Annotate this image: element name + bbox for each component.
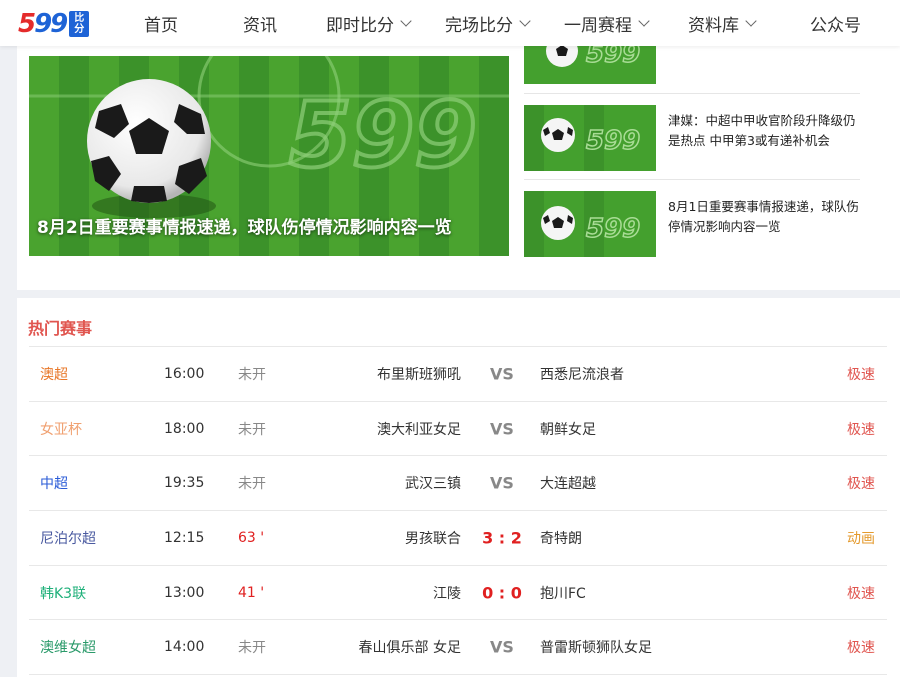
site-logo[interactable]: 599 比分	[18, 8, 108, 40]
home-team[interactable]: 江陵	[433, 583, 461, 603]
match-time: 16:00	[164, 365, 205, 382]
animation-link[interactable]: 动画	[847, 528, 875, 548]
fast-link[interactable]: 极速	[847, 364, 875, 384]
league-name[interactable]: 中超	[40, 473, 68, 493]
fast-link[interactable]: 极速	[847, 473, 875, 493]
league-name[interactable]: 尼泊尔超	[40, 528, 96, 548]
news-thumbnail: 599	[524, 191, 656, 257]
match-status: 未开	[238, 640, 266, 657]
match-list: 澳超 16:00 未开 布里斯班狮吼 VS 西悉尼流浪者 极速 女亚杯 18:00 未开 澳大利亚女…	[29, 346, 887, 676]
away-team[interactable]: 大连超越	[540, 473, 596, 493]
nav-weekly-schedule[interactable]: 一周赛程	[564, 11, 650, 36]
side-news-title: 8月1日重要赛事情报速递，球队伤停情况影响内容一览	[668, 199, 859, 234]
side-news-item[interactable]: 599 津媒：中超中甲收官阶段升降级仍是热点 中甲第3或有递补机会	[524, 105, 860, 175]
match-time: 19:35	[164, 475, 205, 492]
league-name[interactable]: 女亚杯	[40, 419, 82, 439]
nav-live-scores[interactable]: 即时比分	[326, 11, 412, 36]
match-time: 14:00	[164, 639, 205, 656]
chevron-down-icon	[400, 14, 412, 27]
nav-news[interactable]: 资讯	[243, 11, 277, 36]
away-team[interactable]: 西悉尼流浪者	[540, 364, 624, 384]
chevron-down-icon	[745, 14, 757, 27]
match-status: 未开	[238, 421, 266, 438]
svg-text:599: 599	[586, 214, 640, 244]
hero-caption: 8月2日重要赛事情报速递，球队伤停情况影响内容一览	[37, 218, 452, 238]
home-team[interactable]: 男孩联合	[405, 528, 461, 548]
match-status: 41 '	[238, 584, 265, 601]
news-thumbnail: 599	[524, 105, 656, 171]
hero-news[interactable]: 599 8月2日重要赛事情报速递，球队伤停情况影响内容一览	[29, 56, 509, 256]
away-team[interactable]: 抱川FC	[540, 583, 586, 603]
match-row[interactable]: 澳维女超 14:00 未开 春山俱乐部 女足 VS 普雷斯顿狮队女足 极速	[29, 620, 887, 676]
league-name[interactable]: 韩K3联	[40, 583, 86, 603]
match-status: 未开	[238, 476, 266, 493]
top-header: 599 比分 首页 资讯 即时比分 完场比分 一周赛程 资料库 公众号	[0, 0, 900, 46]
side-news-item[interactable]: 599 8月1日重要赛事情报速递，球队伤停情况影响内容一览	[524, 191, 860, 261]
nav-wechat[interactable]: 公众号	[810, 11, 861, 36]
home-team[interactable]: 布里斯班狮吼	[377, 364, 461, 384]
svg-text:599: 599	[289, 83, 477, 188]
league-name[interactable]: 澳超	[40, 364, 68, 384]
match-row[interactable]: 女亚杯 18:00 未开 澳大利亚女足 VS 朝鲜女足 极速	[29, 402, 887, 457]
svg-text:599: 599	[586, 126, 640, 156]
match-time: 13:00	[164, 584, 205, 601]
match-row[interactable]: 尼泊尔超 12:15 63 ' 男孩联合 3 : 2 奇特朗 动画	[29, 511, 887, 566]
section-title: 热门赛事	[28, 319, 93, 338]
match-score: 0 : 0	[482, 583, 522, 603]
league-name[interactable]: 澳维女超	[40, 637, 96, 657]
fast-link[interactable]: 极速	[847, 419, 875, 439]
nav-finished-scores[interactable]: 完场比分	[445, 11, 531, 36]
home-team[interactable]: 澳大利亚女足	[377, 419, 461, 439]
match-time: 18:00	[164, 420, 205, 437]
match-score: VS	[490, 473, 514, 493]
side-news-title: 津媒：中超中甲收官阶段升降级仍是热点 中甲第3或有递补机会	[668, 113, 856, 148]
match-score: VS	[490, 364, 514, 384]
match-status: 未开	[238, 366, 266, 383]
news-section: 599 8月2日重要赛事情报速递，球队伤停情况影响内容一览 599 599 津媒…	[17, 34, 900, 290]
away-team[interactable]: 朝鲜女足	[540, 419, 596, 439]
match-score: 3 : 2	[482, 528, 522, 548]
home-team[interactable]: 春山俱乐部 女足	[359, 637, 461, 657]
chevron-down-icon	[638, 14, 650, 27]
match-status: 63 '	[238, 529, 265, 546]
nav-database[interactable]: 资料库	[688, 11, 757, 36]
away-team[interactable]: 奇特朗	[540, 528, 582, 548]
home-team[interactable]: 武汉三镇	[405, 473, 461, 493]
match-score: VS	[490, 419, 514, 439]
match-row[interactable]: 中超 19:35 未开 武汉三镇 VS 大连超越 极速	[29, 456, 887, 512]
main-nav: 首页 资讯 即时比分 完场比分 一周赛程 资料库 公众号	[120, 0, 861, 46]
away-team[interactable]: 普雷斯顿狮队女足	[540, 637, 652, 657]
match-row[interactable]: 澳超 16:00 未开 布里斯班狮吼 VS 西悉尼流浪者 极速	[29, 347, 887, 402]
nav-home[interactable]: 首页	[144, 11, 178, 36]
hot-matches-section: 热门赛事 澳超 16:00 未开 布里斯班狮吼 VS 西悉尼流浪者 极速 女亚杯 18:00 未开…	[17, 298, 900, 677]
chevron-down-icon	[519, 14, 531, 27]
fast-link[interactable]: 极速	[847, 583, 875, 603]
match-row[interactable]: 韩K3联 13:00 41 ' 江陵 0 : 0 抱川FC 极速	[29, 566, 887, 621]
match-time: 12:15	[164, 529, 205, 546]
fast-link[interactable]: 极速	[847, 637, 875, 657]
match-score: VS	[490, 637, 514, 657]
